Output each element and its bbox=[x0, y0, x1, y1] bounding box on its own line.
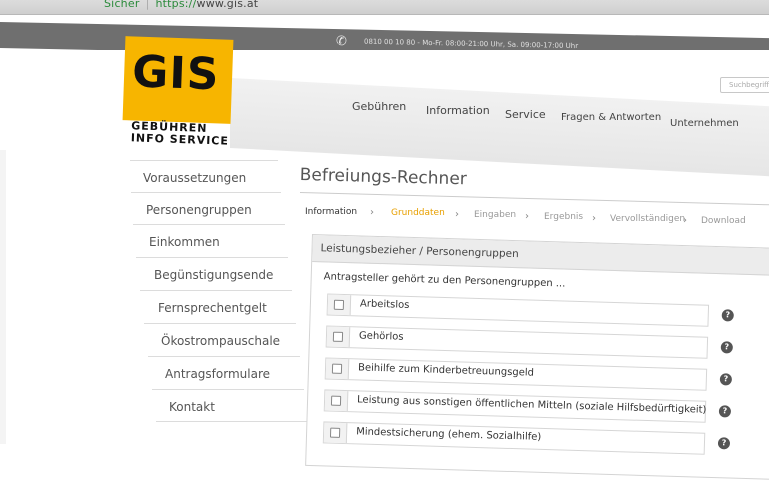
option-label: Arbeitslos bbox=[359, 298, 410, 311]
url-scheme: https:// bbox=[155, 0, 197, 10]
sidebar-item-fernsprechentgelt[interactable]: Fernsprechentgelt bbox=[158, 301, 267, 315]
nav-item-unternehmen[interactable]: Unternehmen bbox=[670, 118, 739, 129]
option-label: Beihilfe zum Kinderbetreuungsgeld bbox=[357, 362, 535, 379]
option-mindestsicherung[interactable]: Mindestsicherung (ehem. Sozialhilfe) ? bbox=[322, 421, 731, 455]
sidebar-item-oekostrompauschale[interactable]: Ökostrompauschale bbox=[161, 334, 280, 348]
checkbox-cell bbox=[325, 358, 350, 380]
page-left-edge bbox=[0, 150, 6, 444]
checkbox-cell bbox=[327, 294, 352, 316]
checkbox-cell bbox=[323, 422, 348, 444]
checkbox-cell bbox=[326, 326, 351, 348]
search-input[interactable]: Suchbegriff bbox=[720, 77, 769, 93]
chevron-right-icon: › bbox=[592, 213, 596, 224]
step-download: Download bbox=[701, 216, 746, 226]
chevron-right-icon: › bbox=[455, 209, 459, 220]
nav-item-gebuehren[interactable]: Gebühren bbox=[352, 100, 406, 113]
checkbox[interactable] bbox=[329, 427, 341, 438]
sidebar-divider bbox=[156, 421, 308, 422]
logo-subline: GEBÜHREN INFO SERVICE bbox=[131, 119, 230, 147]
panel-heading: Leistungsbezieher / Personengruppen bbox=[312, 235, 769, 277]
url-host: www.gis.at bbox=[196, 0, 259, 10]
option-arbeitslos[interactable]: Arbeitslos ? bbox=[326, 293, 734, 327]
step-ergebnis: Ergebnis bbox=[544, 212, 584, 222]
sidebar-item-personengruppen[interactable]: Personengruppen bbox=[146, 203, 252, 217]
nav-item-information[interactable]: Information bbox=[426, 104, 490, 117]
sidebar-item-kontakt[interactable]: Kontakt bbox=[169, 400, 215, 414]
help-icon[interactable]: ? bbox=[719, 373, 733, 386]
sidebar-item-voraussetzungen[interactable]: Voraussetzungen bbox=[143, 171, 246, 185]
sidebar-item-beguenstigungsende[interactable]: Begünstigungsende bbox=[154, 268, 273, 282]
sidebar-divider bbox=[152, 389, 304, 390]
sidebar-divider bbox=[144, 323, 296, 324]
browser-address-bar: Sicher | https://www.gis.at bbox=[0, 0, 769, 15]
option-gehoerlos[interactable]: Gehörlos ? bbox=[325, 325, 733, 359]
sidebar-divider bbox=[130, 160, 278, 161]
option-oeffentliche-mittel[interactable]: Leistung aus sonstigen öffentlichen Mitt… bbox=[323, 389, 732, 423]
panel-intro: Antragsteller gehört zu den Personengrup… bbox=[323, 271, 566, 290]
help-icon[interactable]: ? bbox=[721, 309, 734, 322]
hotline-text: 0810 00 10 80 - Mo-Fr. 08:00-21:00 Uhr, … bbox=[364, 37, 579, 51]
step-eingaben: Eingaben bbox=[474, 210, 517, 220]
sidebar-divider bbox=[133, 224, 285, 225]
option-kinderbetreuungsgeld[interactable]: Beihilfe zum Kinderbetreuungsgeld ? bbox=[324, 357, 733, 391]
step-grunddaten[interactable]: Grunddaten bbox=[391, 208, 445, 218]
logo-wordmark: GIS bbox=[131, 46, 221, 101]
help-icon[interactable]: ? bbox=[718, 405, 732, 418]
chevron-right-icon: › bbox=[683, 215, 687, 226]
url-separator: | bbox=[145, 0, 150, 10]
sidebar-divider bbox=[136, 257, 288, 258]
chevron-right-icon: › bbox=[525, 211, 529, 222]
checkbox[interactable] bbox=[333, 299, 345, 310]
sidebar-divider bbox=[131, 192, 281, 193]
nav-item-service[interactable]: Service bbox=[505, 108, 546, 121]
sidebar-divider bbox=[140, 290, 292, 291]
personengruppen-panel: Leistungsbezieher / Personengruppen Antr… bbox=[305, 234, 769, 480]
help-icon[interactable]: ? bbox=[720, 341, 733, 354]
phone-icon: ✆ bbox=[336, 34, 347, 50]
page-title: Befreiungs-Rechner bbox=[299, 165, 468, 190]
sidebar-item-antragsformulare[interactable]: Antragsformulare bbox=[165, 367, 270, 381]
checkbox-cell bbox=[324, 390, 349, 412]
option-label: Mindestsicherung (ehem. Sozialhilfe) bbox=[355, 426, 542, 443]
sidebar-divider bbox=[148, 356, 300, 357]
nav-item-faq[interactable]: Fragen & Antworten bbox=[561, 112, 661, 123]
option-label: Gehörlos bbox=[358, 330, 404, 343]
security-label: Sicher bbox=[104, 0, 140, 10]
checkbox[interactable] bbox=[331, 363, 343, 374]
title-divider bbox=[299, 192, 769, 206]
gis-logo[interactable]: GIS bbox=[122, 36, 234, 124]
step-vervollstaendigen: Vervollständigen bbox=[610, 214, 686, 224]
step-information[interactable]: Information bbox=[305, 207, 357, 217]
help-icon[interactable]: ? bbox=[717, 437, 731, 450]
sidebar-item-einkommen[interactable]: Einkommen bbox=[149, 235, 220, 249]
checkbox[interactable] bbox=[330, 395, 342, 406]
url-display[interactable]: Sicher | https://www.gis.at bbox=[104, 0, 258, 10]
checkbox[interactable] bbox=[332, 331, 344, 342]
option-label: Leistung aus sonstigen öffentlichen Mitt… bbox=[356, 394, 707, 416]
chevron-right-icon: › bbox=[370, 207, 374, 218]
